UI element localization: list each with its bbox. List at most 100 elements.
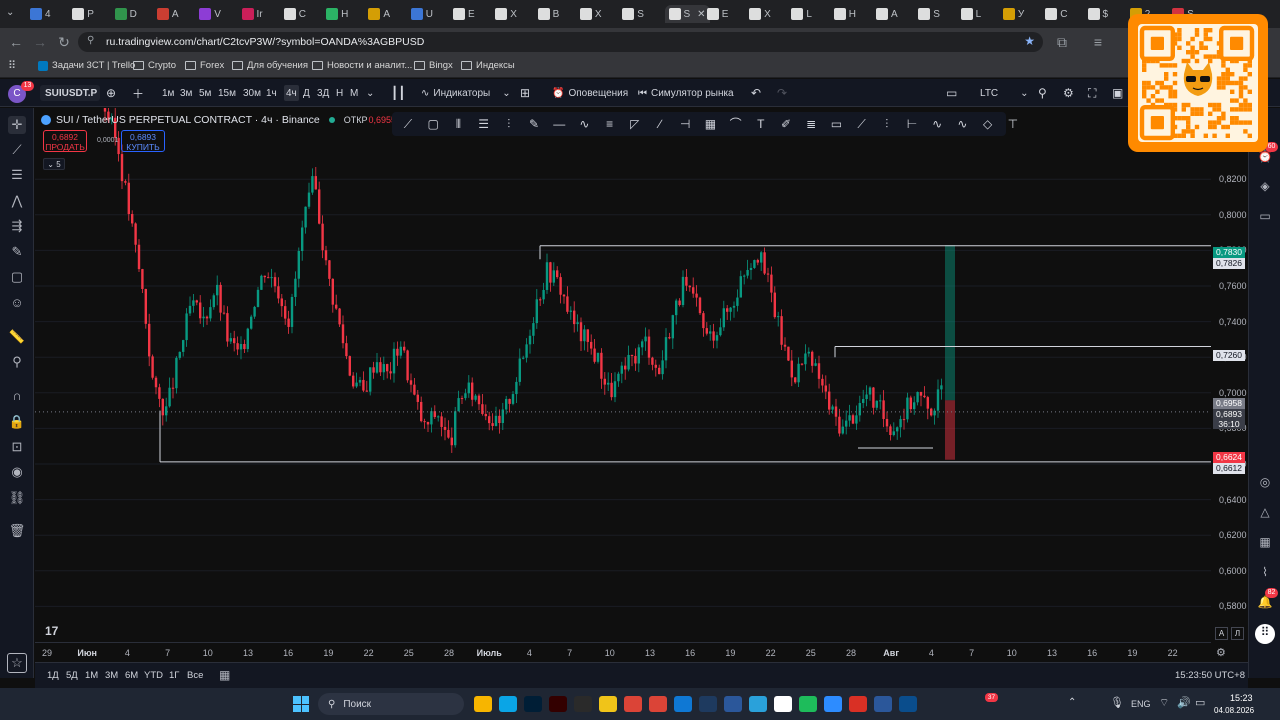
extended-line-icon[interactable]: ⟋ (854, 116, 870, 132)
interval-5[interactable]: 1ч (266, 85, 277, 101)
browser-tab[interactable]: У (1002, 5, 1024, 23)
layout-icon[interactable]: ▭ (946, 85, 957, 101)
cursor-icon[interactable]: ⊤ (1005, 116, 1021, 132)
browser-tab[interactable]: A (876, 5, 898, 23)
horizontal-ray-icon[interactable]: ⊣ (677, 116, 693, 132)
browser-tab[interactable]: D (114, 5, 137, 23)
language-indicator[interactable]: ENG (1131, 699, 1151, 709)
trash-icon[interactable]: 🗑 (8, 522, 26, 540)
bookmark-trello[interactable]: Задачи 3CT | Trello (38, 60, 135, 71)
zoom-app-icon[interactable] (824, 696, 842, 712)
site-info-icon[interactable]: ⚲ (87, 35, 94, 46)
layout-name[interactable]: LTC ⌄ (980, 85, 1029, 101)
parallel-channel-icon[interactable]: ⫶ (501, 116, 517, 132)
lock-drawings-icon[interactable]: 🔒 (8, 413, 26, 431)
grid-icon[interactable]: ▦ (702, 116, 718, 132)
range-button[interactable]: 1Г (169, 670, 179, 681)
tray-chevron-icon[interactable]: ⌃ (1068, 697, 1076, 708)
wave-icon[interactable]: ∿ (929, 116, 945, 132)
add-symbol-icon[interactable]: ＋ (132, 85, 144, 101)
channel-icon[interactable]: ⫶ (879, 116, 895, 132)
replay-button[interactable]: ⏮ Симулятор рынка (638, 85, 734, 101)
bookmark-indices[interactable]: Индексы (461, 60, 515, 71)
symbol-search[interactable]: SUIUSDT.P (40, 85, 100, 101)
app-icon-4-icon[interactable] (774, 696, 792, 712)
calendar-icon[interactable]: ▦ (1257, 534, 1273, 550)
stop-loss-zone[interactable] (945, 400, 955, 460)
compare-icon[interactable]: ⊕ (106, 85, 116, 101)
brush-icon[interactable]: ✎ (526, 116, 542, 132)
chart-pane[interactable]: SUI / TetherUS PERPETUAL CONTRACT · 4ч ·… (35, 108, 1211, 642)
browser-tab[interactable]: S (918, 5, 940, 23)
measure-icon[interactable]: ⊢ (904, 116, 920, 132)
prediction-icon[interactable]: ⇶ (8, 217, 26, 235)
start-icon[interactable] (293, 696, 309, 712)
fullscreen-icon[interactable]: ⛶ (1088, 85, 1096, 101)
edge-app-icon[interactable] (499, 696, 517, 712)
close-tab-icon[interactable]: ✕ (697, 9, 705, 20)
streams-icon[interactable]: ⌇ (1257, 564, 1273, 580)
app-icon-6-icon[interactable] (899, 696, 917, 712)
browser-tab[interactable]: U (410, 5, 433, 23)
fib-icon[interactable]: ☰ (8, 166, 26, 184)
photoshop-app-icon[interactable] (524, 696, 542, 712)
triangle-icon[interactable]: ◸ (627, 116, 643, 132)
range-button[interactable]: 5Д (66, 670, 78, 681)
forward-icon[interactable]: → (32, 34, 48, 50)
apps-icon[interactable]: ⠿ (8, 60, 20, 72)
lock-icon[interactable]: ⊡ (8, 438, 26, 456)
brush-icon[interactable]: ✎ (8, 243, 26, 261)
browser-tab[interactable]: E (453, 5, 475, 23)
hotlist-icon[interactable]: △ (1257, 504, 1273, 520)
browser-tab[interactable]: X (495, 5, 517, 23)
range-button[interactable]: Все (187, 670, 203, 681)
path-icon[interactable]: ∿ (576, 116, 592, 132)
tab-list-icon[interactable]: ⌄ (6, 7, 20, 21)
chrome-app-icon[interactable] (624, 696, 642, 712)
bookmark-bingx[interactable]: Bingx (414, 60, 453, 71)
interval-2[interactable]: 5м (199, 85, 211, 101)
layers-icon[interactable]: ◈ (1257, 178, 1273, 194)
range-button[interactable]: 1М (85, 670, 98, 681)
taskbar-search[interactable]: ⚲ Поиск (318, 693, 464, 715)
browser-tab[interactable]: V (199, 5, 221, 23)
trend-line-icon[interactable]: ⟋ (8, 141, 26, 159)
browser-tab[interactable]: H (326, 5, 348, 23)
watchlist-star-icon[interactable]: ☆ (7, 653, 27, 673)
redo-icon[interactable]: ↷ (777, 85, 787, 101)
browser-tab[interactable]: Ir (241, 5, 263, 23)
help-icon[interactable]: ⠿ (1255, 624, 1275, 644)
mic-icon[interactable]: 🎙 (1110, 696, 1124, 709)
interval-9[interactable]: Н (336, 85, 343, 101)
telegram-app-icon[interactable] (749, 696, 767, 712)
extensions-icon[interactable]: ⧉ (1054, 34, 1070, 50)
browser-tab[interactable]: S ✕ (664, 5, 710, 23)
illustrator-app-icon[interactable] (549, 696, 567, 712)
magnet-icon[interactable]: ∩ (8, 387, 26, 405)
word-app-2-icon[interactable] (874, 696, 892, 712)
bookmark-crypto[interactable]: Crypto (133, 60, 176, 71)
bookmark-news[interactable]: Новости и аналит... (312, 60, 412, 71)
back-icon[interactable]: ← (8, 34, 24, 50)
app-icon-5-icon[interactable] (799, 696, 817, 712)
trend-line-icon[interactable]: ⟋ (400, 116, 416, 132)
price-scale[interactable]: 0,84000,82000,80000,78000,76000,74000,72… (1211, 108, 1247, 642)
interval-6[interactable]: 4ч (284, 85, 299, 101)
browser-tab[interactable]: H (833, 5, 856, 23)
volume-icon[interactable]: 🔊 (1177, 696, 1191, 709)
browser-tab[interactable]: E (706, 5, 728, 23)
fib-levels-icon[interactable]: ≡ (602, 116, 618, 132)
ray-icon[interactable]: ∕ (652, 116, 668, 132)
emoji-icon[interactable]: ☺ (8, 294, 26, 312)
sell-button[interactable]: 0,6892 ПРОДАТЬ (43, 130, 87, 152)
clock-display[interactable]: 15:23:50 UTC+8 (1175, 670, 1245, 681)
undo-icon[interactable]: ↶ (751, 85, 761, 101)
time-scale-settings-icon[interactable]: ⚙ (1216, 646, 1226, 659)
log-scale-button[interactable]: Л (1231, 627, 1244, 640)
acrobat-app-icon[interactable] (849, 696, 867, 712)
battery-icon[interactable]: ▭ (1195, 696, 1205, 709)
interval-0[interactable]: 1м (162, 85, 174, 101)
arc-icon[interactable]: ⌒ (728, 116, 744, 132)
interval-1[interactable]: 3м (180, 85, 192, 101)
browser-tab[interactable]: C (283, 5, 306, 23)
